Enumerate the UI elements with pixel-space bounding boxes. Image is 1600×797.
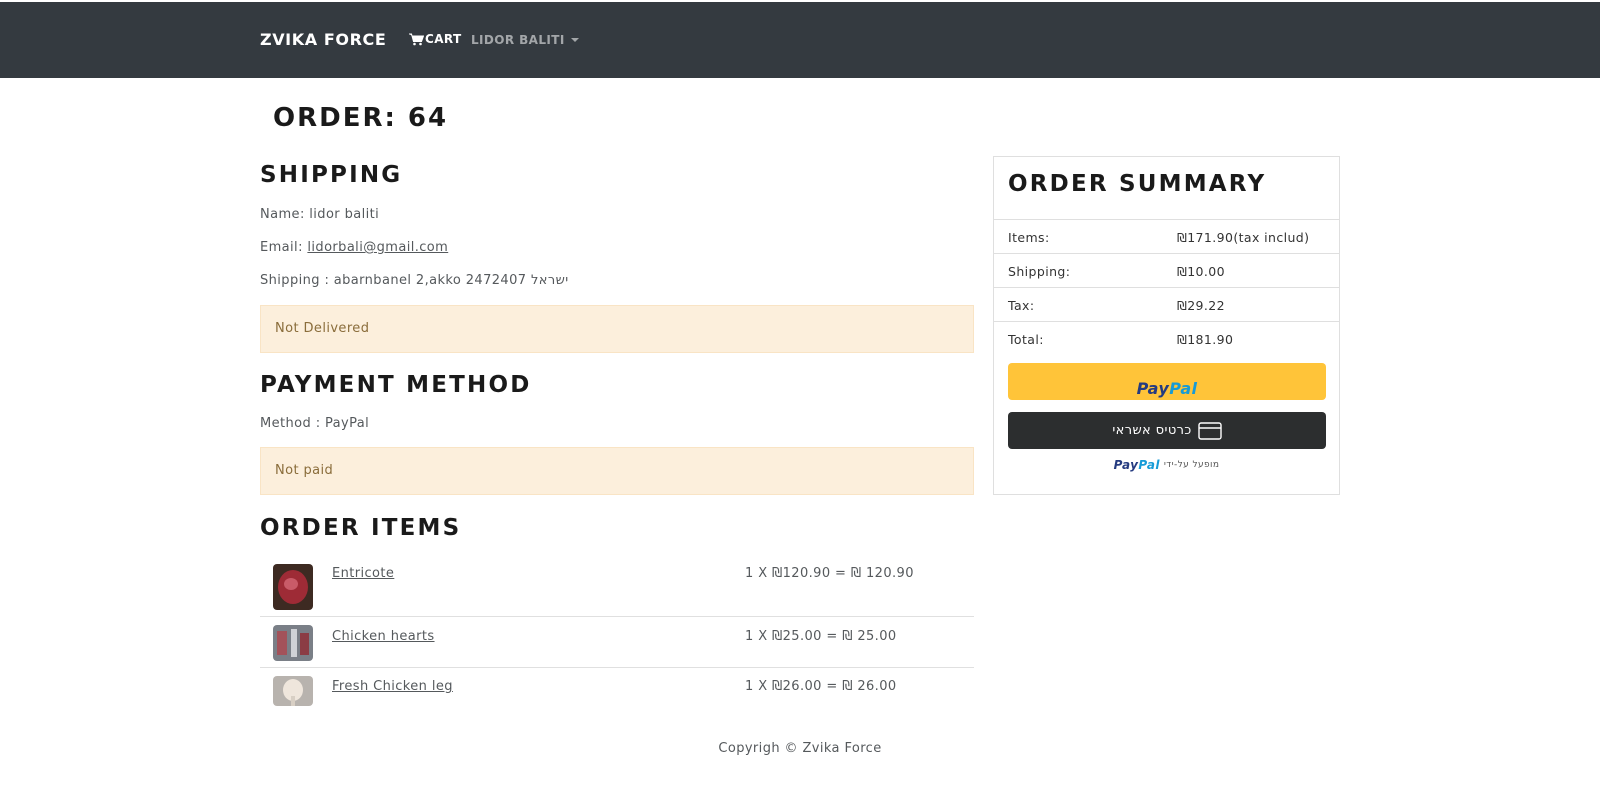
payment-status-alert: Not paid: [260, 447, 974, 495]
summary-label: Shipping:: [1008, 264, 1071, 279]
navbar: ZVIKA FORCE CART LIDOR BALITI: [0, 2, 1600, 78]
order-items-heading: ORDER ITEMS: [260, 515, 462, 541]
shipping-email-line: Email: lidorbali@gmail.com: [260, 240, 448, 255]
summary-row-total: Total: ₪181.90: [994, 321, 1339, 355]
summary-label: Total:: [1008, 332, 1044, 347]
item-price: 1 X ₪25.00 = ₪ 25.00: [745, 629, 897, 644]
credit-card-label: כרטיס אשראי: [1112, 423, 1192, 438]
summary-value: ₪10.00: [1177, 264, 1225, 279]
summary-label: Items:: [1008, 230, 1050, 245]
item-price: 1 X ₪26.00 = ₪ 26.00: [745, 679, 897, 694]
shipping-heading: SHIPPING: [260, 162, 403, 188]
email-label: Email:: [260, 240, 308, 255]
product-thumbnail: [273, 564, 313, 610]
caret-down-icon: [570, 38, 579, 42]
payment-heading: PAYMENT METHOD: [260, 372, 532, 398]
payment-method: Method : PayPal: [260, 416, 370, 431]
user-dropdown[interactable]: LIDOR BALITI: [471, 33, 579, 47]
paypal-button[interactable]: PayPal: [1008, 363, 1326, 400]
list-item: Entricote 1 X ₪120.90 = ₪ 120.90: [260, 553, 974, 617]
summary-label: Tax:: [1008, 298, 1035, 313]
cart-link[interactable]: CART: [409, 32, 462, 46]
paypal-logo: PayPal: [1136, 379, 1198, 398]
summary-value: ₪29.22: [1177, 298, 1225, 313]
summary-row-items: Items: ₪171.90(tax includ): [994, 219, 1339, 253]
list-item: Fresh Chicken leg 1 X ₪26.00 = ₪ 26.00: [260, 668, 974, 716]
product-thumbnail: [273, 676, 313, 706]
footer-copyright: Copyrigh © Zvika Force: [718, 741, 882, 756]
order-items-list: Entricote 1 X ₪120.90 = ₪ 120.90 Chicken…: [260, 553, 974, 716]
product-thumbnail: [273, 625, 313, 661]
shipping-address: Shipping : abarnbanel 2,akko 2472407 ישר…: [260, 273, 569, 288]
paypal-small-logo: PayPal: [1113, 458, 1160, 472]
item-price: 1 X ₪120.90 = ₪ 120.90: [745, 566, 914, 581]
item-link[interactable]: Chicken hearts: [332, 629, 435, 644]
delivery-status-alert: Not Delivered: [260, 305, 974, 353]
item-link[interactable]: Entricote: [332, 566, 394, 581]
powered-by-paypal: PayPal מופעל על-ידי: [994, 458, 1339, 472]
user-name: LIDOR BALITI: [471, 33, 565, 47]
summary-row-tax: Tax: ₪29.22: [994, 287, 1339, 321]
brand-link[interactable]: ZVIKA FORCE: [260, 30, 386, 49]
summary-value: ₪171.90(tax includ): [1177, 230, 1310, 245]
order-summary-card: ORDER SUMMARY Items: ₪171.90(tax includ)…: [993, 156, 1340, 495]
summary-row-shipping: Shipping: ₪10.00: [994, 253, 1339, 287]
powered-by-text: מופעל על-ידי: [1163, 460, 1220, 470]
cart-icon: [409, 33, 424, 45]
summary-value: ₪181.90: [1177, 332, 1234, 347]
item-link[interactable]: Fresh Chicken leg: [332, 679, 453, 694]
credit-card-icon: [1197, 421, 1222, 440]
cart-label: CART: [425, 32, 462, 46]
email-link[interactable]: lidorbali@gmail.com: [307, 240, 448, 255]
order-summary-heading: ORDER SUMMARY: [1008, 171, 1267, 197]
credit-card-button[interactable]: כרטיס אשראי: [1008, 412, 1326, 449]
shipping-name: Name: lidor baliti: [260, 207, 380, 222]
list-item: Chicken hearts 1 X ₪25.00 = ₪ 25.00: [260, 617, 974, 668]
order-title: ORDER: 64: [273, 103, 449, 133]
